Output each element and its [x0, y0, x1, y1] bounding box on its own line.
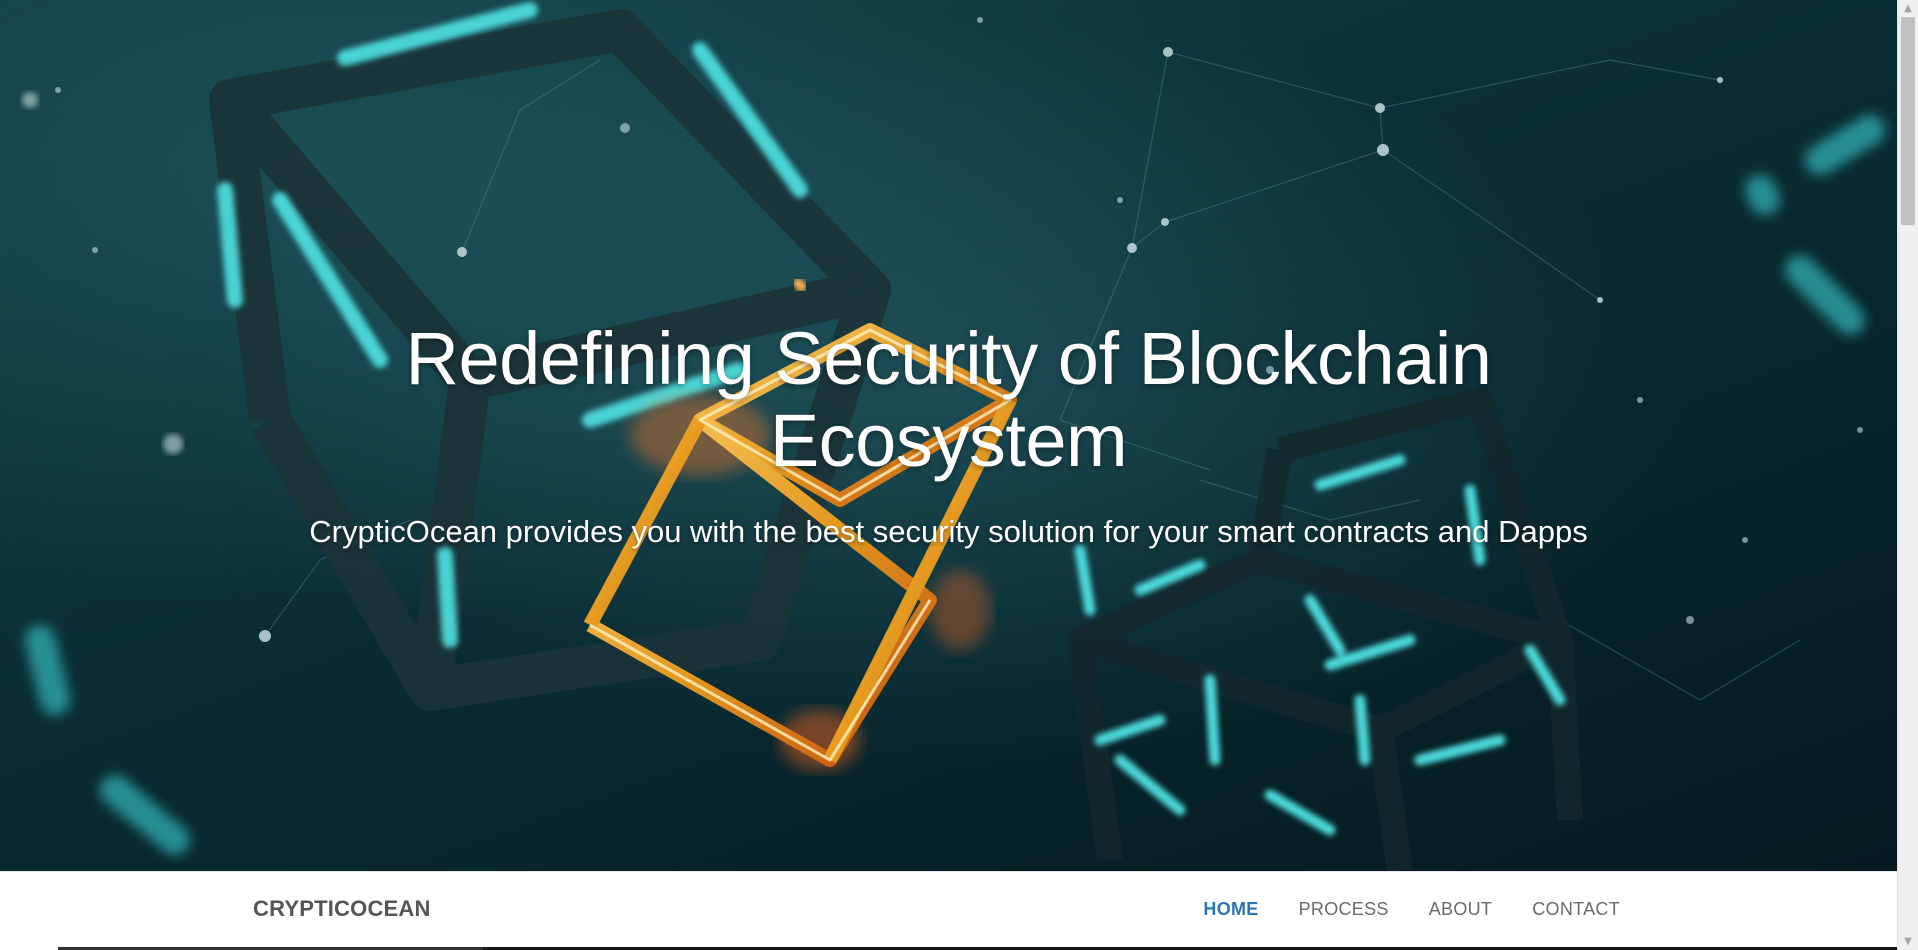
nav-link-contact[interactable]: CONTACT: [1532, 899, 1620, 920]
nav-link-home[interactable]: HOME: [1203, 899, 1258, 920]
hero-text: Redefining Security of Blockchain Ecosys…: [0, 318, 1897, 552]
nav-link-process[interactable]: PROCESS: [1299, 899, 1389, 920]
chevron-down-icon[interactable]: ▼: [1898, 933, 1918, 950]
vertical-scrollbar[interactable]: ▲ ▼: [1897, 0, 1918, 950]
hero-title: Redefining Security of Blockchain Ecosys…: [405, 317, 1492, 482]
brand-logo-link[interactable]: CRYPTICOCEAN: [253, 896, 431, 922]
navbar: CRYPTICOCEAN HOME PROCESS ABOUT CONTACT: [0, 871, 1897, 950]
hero-subtitle: CrypticOcean provides you with the best …: [309, 514, 1588, 549]
page: Redefining Security of Blockchain Ecosys…: [0, 0, 1897, 950]
chevron-up-icon[interactable]: ▲: [1898, 0, 1918, 17]
nav-link-about[interactable]: ABOUT: [1429, 899, 1493, 920]
scrollbar-thumb[interactable]: [1901, 17, 1915, 225]
nav-links: HOME PROCESS ABOUT CONTACT: [1203, 899, 1620, 920]
hero-section: Redefining Security of Blockchain Ecosys…: [0, 0, 1897, 871]
